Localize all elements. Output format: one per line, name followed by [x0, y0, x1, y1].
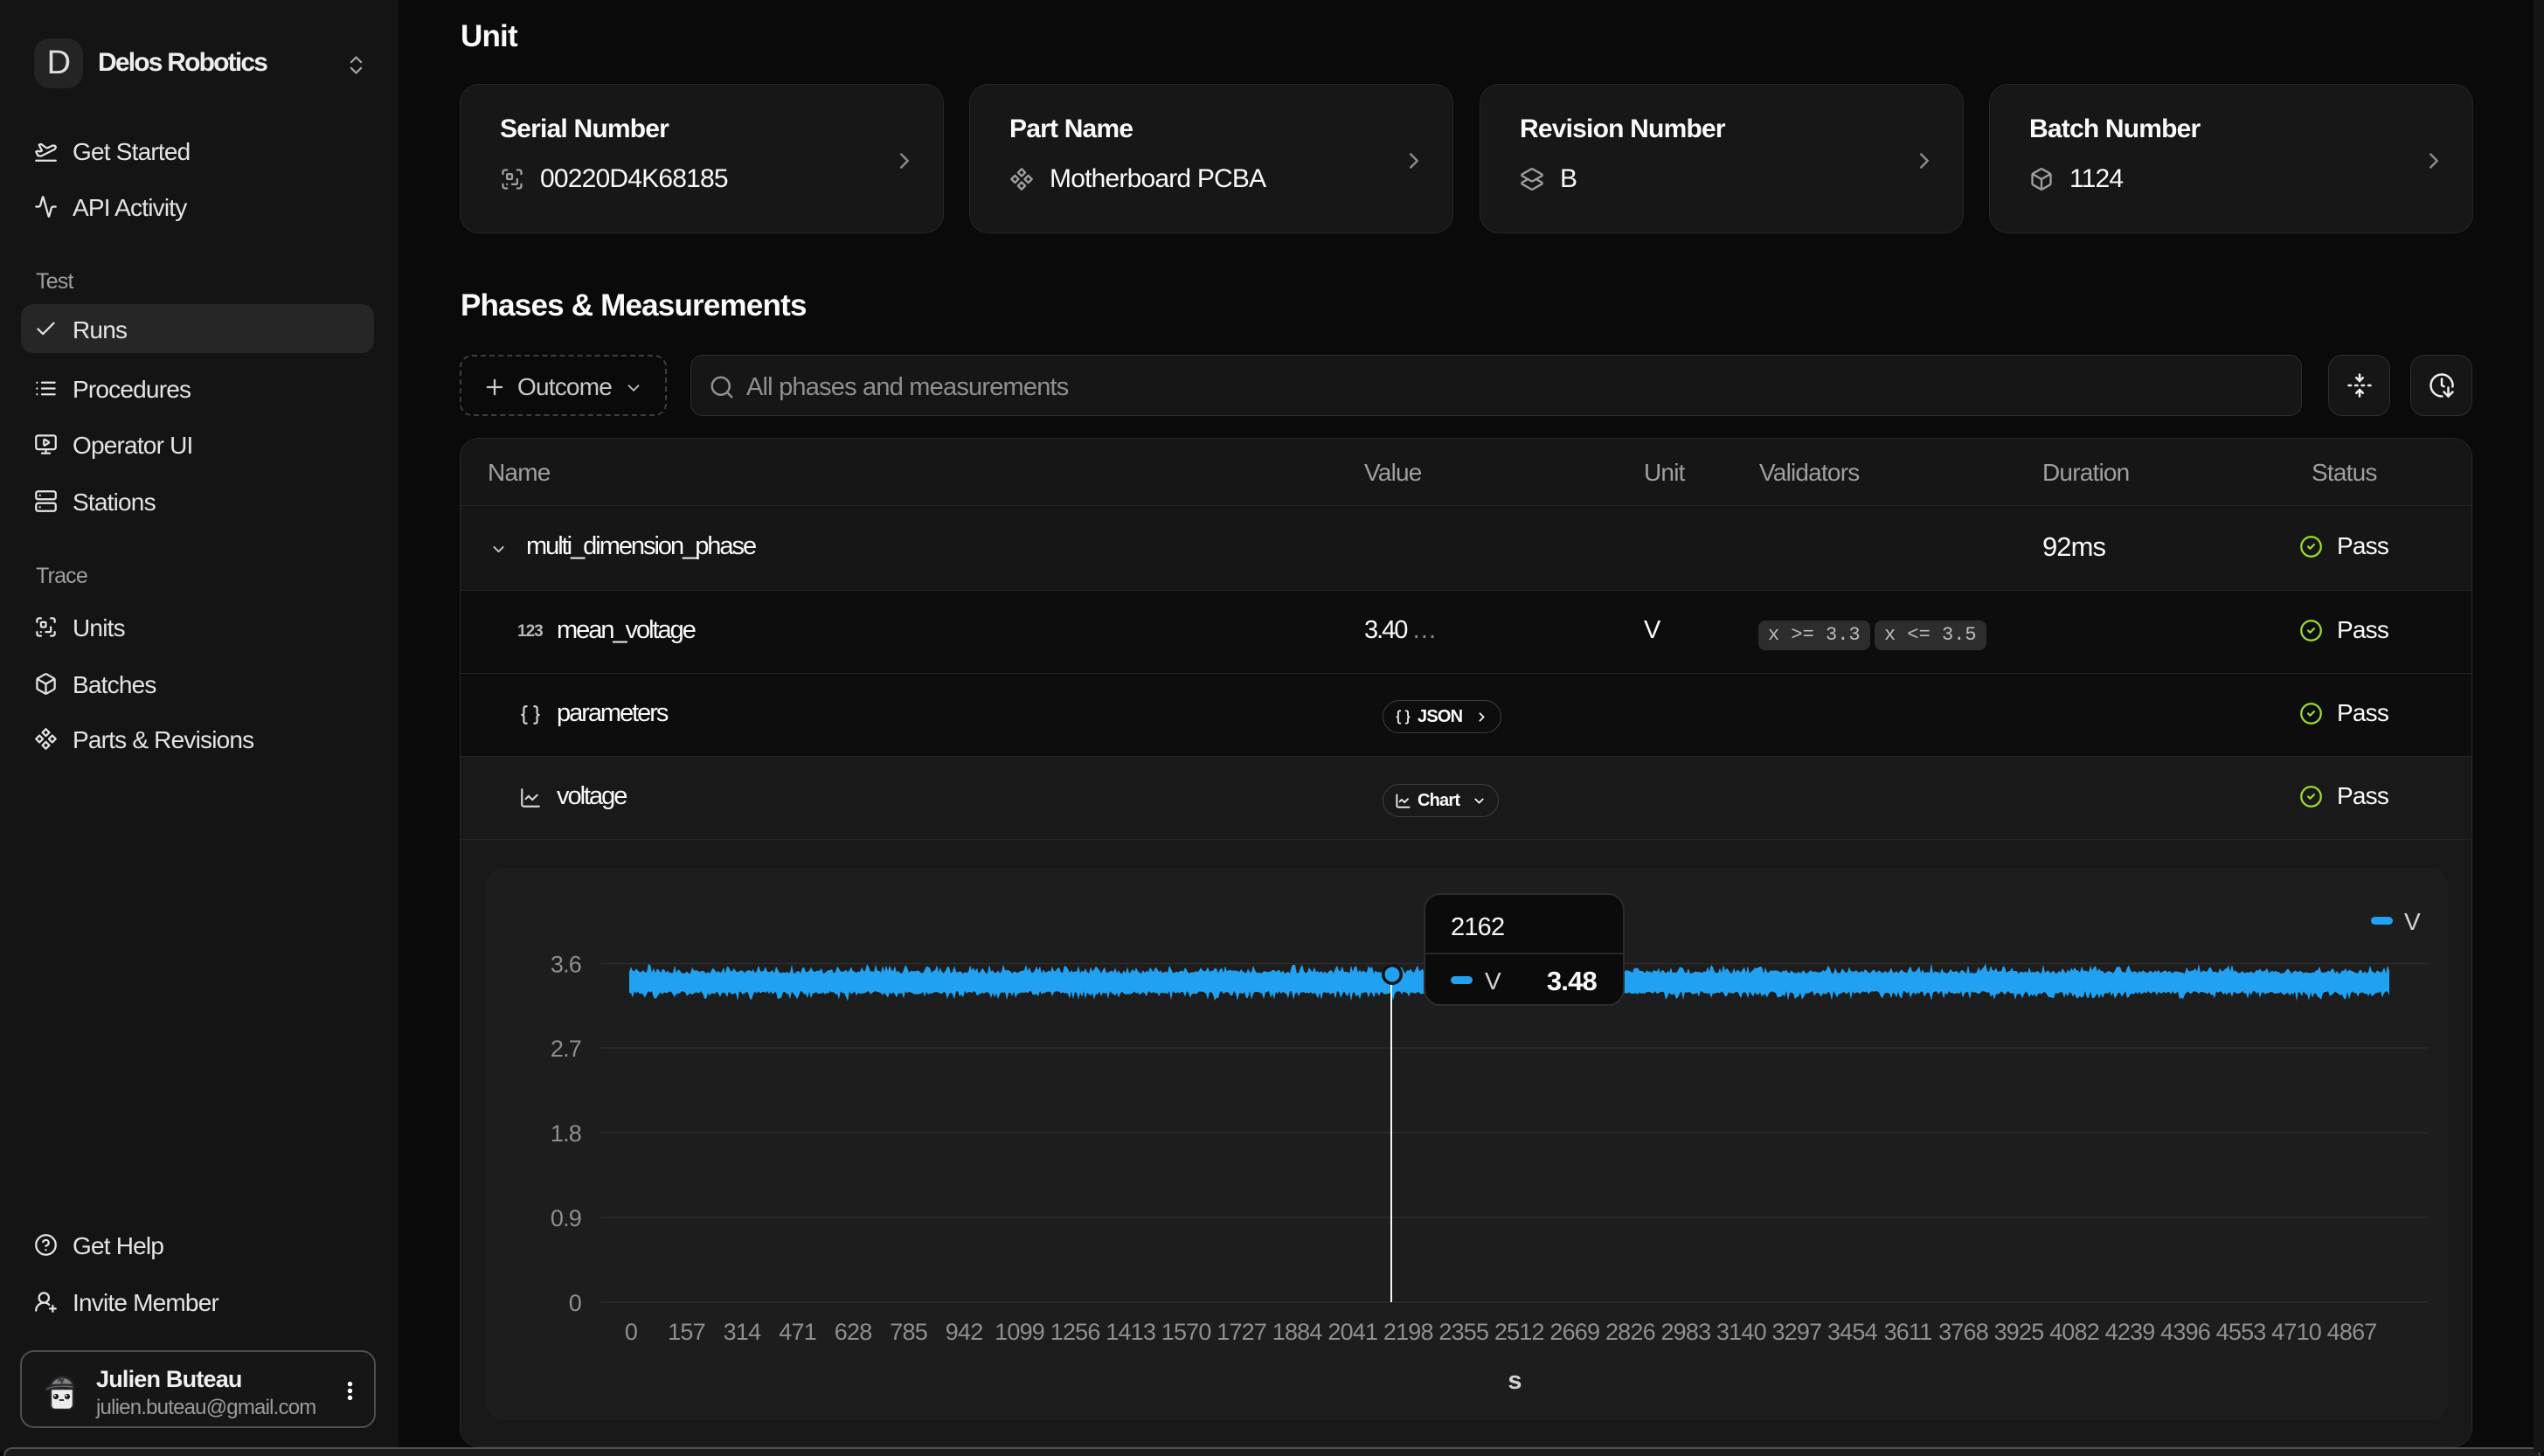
svg-text:4239: 4239 — [2105, 1319, 2155, 1345]
svg-text:628: 628 — [835, 1319, 872, 1345]
svg-text:1884: 1884 — [1272, 1319, 1323, 1345]
svg-text:2041: 2041 — [1327, 1319, 1377, 1345]
svg-text:157: 157 — [668, 1319, 705, 1345]
svg-text:3.6: 3.6 — [551, 952, 581, 978]
svg-text:942: 942 — [946, 1319, 983, 1345]
svg-text:3925: 3925 — [1994, 1319, 2044, 1345]
svg-text:3768: 3768 — [1938, 1319, 1988, 1345]
svg-text:0.9: 0.9 — [551, 1205, 581, 1231]
svg-text:1.8: 1.8 — [551, 1120, 581, 1147]
svg-text:4082: 4082 — [2049, 1319, 2099, 1345]
svg-text:V: V — [1485, 967, 1501, 995]
svg-text:2162: 2162 — [1451, 913, 1504, 941]
svg-text:4710: 4710 — [2271, 1319, 2321, 1345]
svg-text:0: 0 — [625, 1319, 637, 1345]
svg-text:2826: 2826 — [1605, 1319, 1655, 1345]
svg-text:1570: 1570 — [1161, 1319, 1211, 1345]
svg-text:2355: 2355 — [1438, 1319, 1488, 1345]
svg-text:471: 471 — [779, 1319, 816, 1345]
svg-text:3611: 3611 — [1884, 1319, 1932, 1345]
svg-text:3454: 3454 — [1827, 1319, 1878, 1345]
svg-text:2512: 2512 — [1494, 1319, 1544, 1345]
svg-text:2198: 2198 — [1383, 1319, 1433, 1345]
svg-text:4867: 4867 — [2327, 1319, 2377, 1345]
svg-text:1256: 1256 — [1050, 1319, 1100, 1345]
svg-text:3.48: 3.48 — [1547, 966, 1598, 996]
svg-text:1099: 1099 — [995, 1319, 1044, 1345]
svg-text:V: V — [2404, 908, 2421, 935]
svg-text:314: 314 — [724, 1319, 761, 1345]
svg-text:4396: 4396 — [2160, 1319, 2210, 1345]
svg-text:4553: 4553 — [2216, 1319, 2266, 1345]
svg-text:3140: 3140 — [1716, 1319, 1766, 1345]
svg-text:2669: 2669 — [1549, 1319, 1599, 1345]
svg-text:3297: 3297 — [1771, 1319, 1821, 1345]
svg-text:2.7: 2.7 — [551, 1036, 581, 1062]
svg-text:s: s — [1508, 1367, 1521, 1395]
svg-text:1413: 1413 — [1106, 1319, 1155, 1345]
svg-text:1727: 1727 — [1217, 1319, 1266, 1345]
svg-text:2983: 2983 — [1660, 1319, 1710, 1345]
svg-text:0: 0 — [569, 1290, 581, 1316]
svg-text:785: 785 — [890, 1319, 927, 1345]
